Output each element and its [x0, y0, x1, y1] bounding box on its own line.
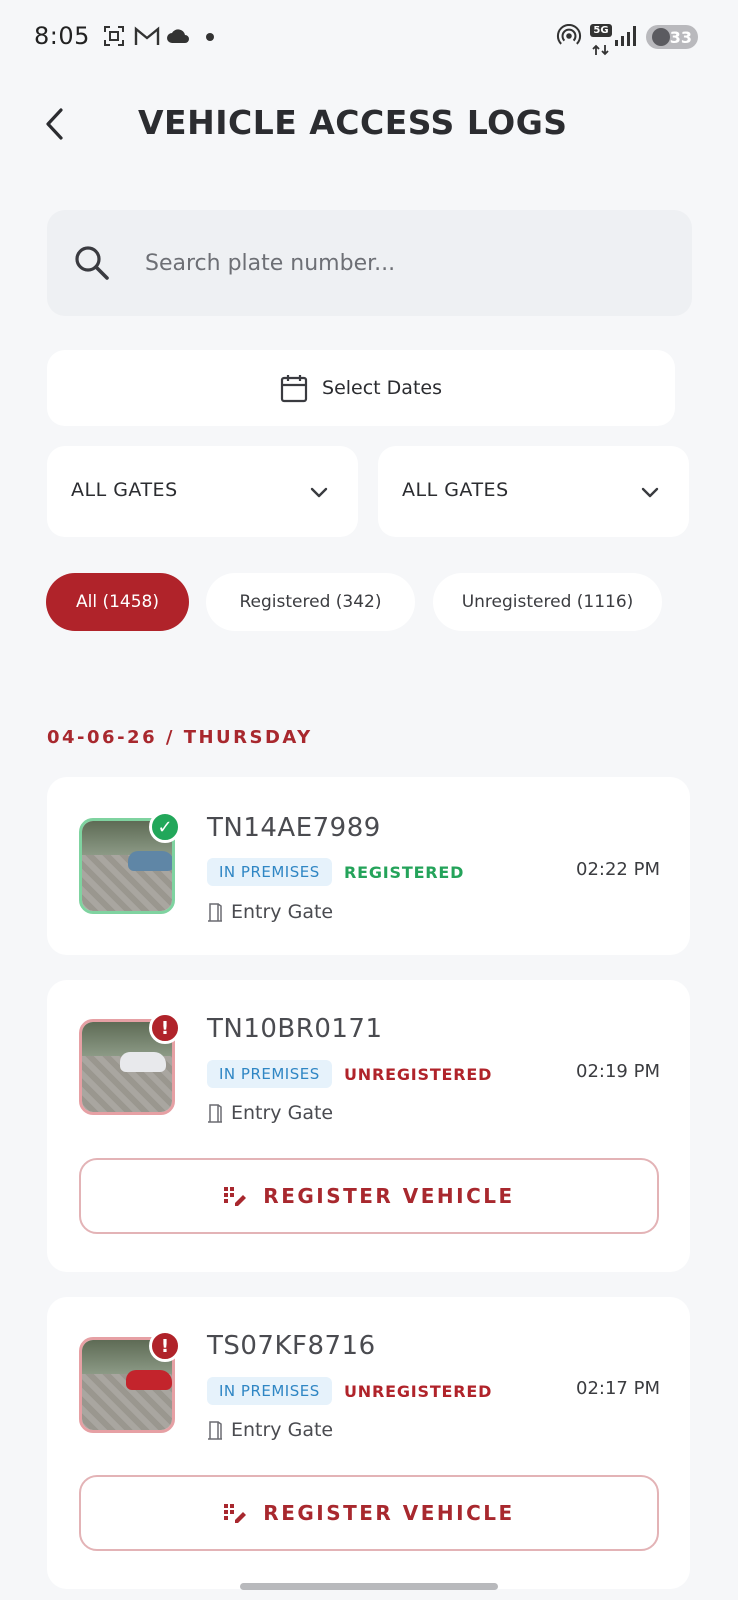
- screenshot-icon: [104, 26, 124, 46]
- cloud-icon: [167, 29, 189, 43]
- signal-icon: [615, 26, 636, 46]
- register-vehicle-label: REGISTER VEHICLE: [263, 1184, 515, 1208]
- date-heading: 04-06-26 / THURSDAY: [47, 727, 313, 748]
- gate-label: Entry Gate: [231, 1419, 334, 1441]
- log-card[interactable]: ! TN10BR0171 IN PREMISES UNREGISTERED 02…: [47, 980, 690, 1272]
- calendar-icon: [280, 375, 308, 403]
- search-icon: [75, 246, 109, 280]
- gate-dropdown-2[interactable]: ALL GATES: [378, 446, 689, 537]
- home-indicator[interactable]: [240, 1583, 498, 1590]
- chip-all[interactable]: All (1458): [46, 573, 189, 631]
- gate-dropdown-label: ALL GATES: [71, 479, 178, 501]
- gmail-icon: [134, 26, 160, 45]
- check-icon: ✓: [149, 811, 181, 843]
- plate-number: TN10BR0171: [207, 1014, 383, 1044]
- door-icon: [208, 1421, 222, 1440]
- 5g-icon: 5G: [590, 24, 612, 37]
- back-arrow-icon: [46, 108, 63, 140]
- gate-label: Entry Gate: [231, 1102, 334, 1124]
- gate-info: Entry Gate: [207, 901, 333, 923]
- select-dates-label: Select Dates: [322, 377, 442, 399]
- status-tag: REGISTERED: [344, 863, 465, 882]
- location-tag: IN PREMISES: [207, 1377, 332, 1405]
- alert-icon: !: [149, 1012, 181, 1044]
- notification-dot: [206, 33, 214, 41]
- battery-icon: 33: [646, 25, 698, 49]
- chip-unregistered[interactable]: Unregistered (1116): [433, 573, 662, 631]
- battery-level: 33: [669, 27, 692, 47]
- status-tag: UNREGISTERED: [344, 1382, 493, 1401]
- chip-registered[interactable]: Registered (342): [206, 573, 415, 631]
- register-icon: [224, 1187, 247, 1206]
- status-time: 8:05: [34, 22, 90, 50]
- page-title: VEHICLE ACCESS LOGS: [138, 103, 568, 142]
- location-tag: IN PREMISES: [207, 1060, 332, 1088]
- location-tag: IN PREMISES: [207, 858, 332, 886]
- entry-time: 02:17 PM: [576, 1378, 660, 1399]
- plate-number: TN14AE7989: [207, 813, 381, 843]
- log-card[interactable]: ✓ TN14AE7989 IN PREMISES REGISTERED 02:2…: [47, 777, 690, 955]
- gate-info: Entry Gate: [207, 1419, 333, 1441]
- log-card[interactable]: ! TS07KF8716 IN PREMISES UNREGISTERED 02…: [47, 1297, 690, 1589]
- gate-dropdown-label: ALL GATES: [402, 479, 509, 501]
- register-vehicle-button[interactable]: REGISTER VEHICLE: [79, 1158, 659, 1234]
- status-tag: UNREGISTERED: [344, 1065, 493, 1084]
- gate-dropdown-1[interactable]: ALL GATES: [47, 446, 358, 537]
- gate-info: Entry Gate: [207, 1102, 333, 1124]
- entry-time: 02:19 PM: [576, 1061, 660, 1082]
- select-dates-button[interactable]: Select Dates: [47, 350, 675, 426]
- chevron-down-icon: [310, 487, 328, 498]
- register-icon: [224, 1504, 247, 1523]
- plate-number: TS07KF8716: [207, 1331, 376, 1361]
- door-icon: [208, 903, 222, 922]
- search-box[interactable]: [47, 210, 692, 316]
- status-bar: 8:05 5G 33: [0, 0, 738, 76]
- register-vehicle-button[interactable]: REGISTER VEHICLE: [79, 1475, 659, 1551]
- hotspot-icon: [556, 24, 582, 45]
- chevron-down-icon: [641, 487, 659, 498]
- door-icon: [208, 1104, 222, 1123]
- search-input[interactable]: [145, 240, 665, 286]
- alert-icon: !: [149, 1330, 181, 1362]
- register-vehicle-label: REGISTER VEHICLE: [263, 1501, 515, 1525]
- entry-time: 02:22 PM: [576, 859, 660, 880]
- back-button[interactable]: [36, 104, 72, 144]
- gate-label: Entry Gate: [231, 901, 334, 923]
- data-arrows-icon: [592, 44, 609, 56]
